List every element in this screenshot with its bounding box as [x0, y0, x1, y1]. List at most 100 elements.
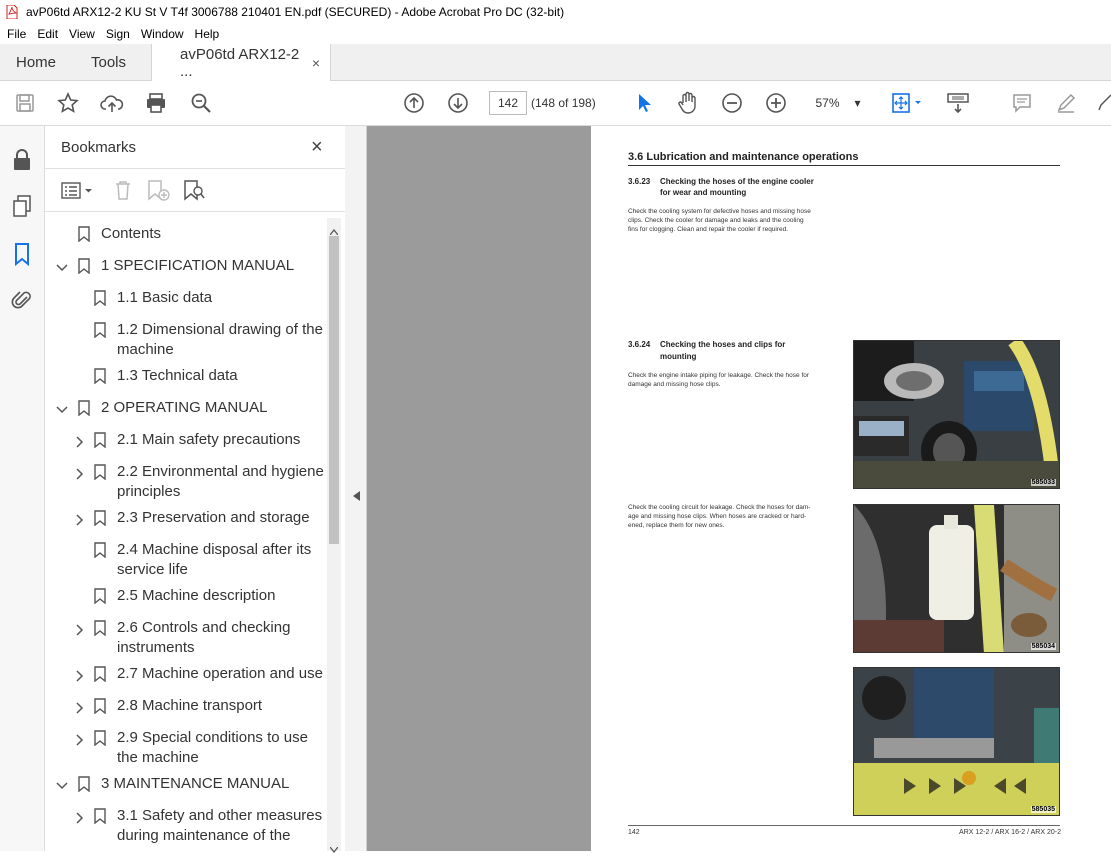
- collapse-left-icon[interactable]: [353, 488, 360, 506]
- page-number-input[interactable]: 142: [489, 91, 527, 115]
- bookmark-item[interactable]: 2.5 Machine description: [45, 586, 327, 608]
- chevron-right-icon[interactable]: [74, 700, 86, 714]
- hand-tool-icon[interactable]: [676, 91, 700, 115]
- chevron-right-icon[interactable]: [74, 810, 86, 824]
- chevron-right-icon[interactable]: [74, 466, 86, 480]
- chevron-right-icon[interactable]: [74, 668, 86, 682]
- subsection-title: Checking the hoses and clips for: [660, 340, 786, 349]
- bookmark-item[interactable]: 1.2 Dimensional drawing of the machine: [45, 320, 327, 362]
- select-cursor-icon[interactable]: [632, 91, 656, 115]
- bookmark-flag-icon: [94, 290, 106, 307]
- coolant-reservoir-photo: 585034: [853, 504, 1060, 653]
- upload-cloud-icon[interactable]: [100, 91, 124, 115]
- bookmark-item[interactable]: 3.1 Safety and other measures during mai…: [45, 806, 327, 848]
- zoom-in-icon[interactable]: [764, 91, 788, 115]
- bookmark-label: 3 MAINTENANCE MANUAL: [101, 775, 290, 792]
- bookmark-item[interactable]: 3 MAINTENANCE MANUAL: [45, 774, 327, 796]
- zoom-out-icon[interactable]: [720, 91, 744, 115]
- bookmark-label: 2.1 Main safety precautions: [117, 431, 301, 448]
- tab-document-label: avP06td ARX12-2 ...: [180, 46, 300, 80]
- chevron-right-icon[interactable]: [74, 732, 86, 746]
- chevron-down-icon: ▾: [854, 96, 861, 110]
- bookmark-item[interactable]: 2.7 Machine operation and use: [45, 664, 327, 686]
- bookmark-label: 2.7 Machine operation and use: [117, 665, 323, 682]
- highlight-pen-icon[interactable]: [1054, 91, 1078, 115]
- bookmark-label: 1.3 Technical data: [117, 367, 238, 384]
- subsection-title: Checking the hoses of the engine cooler: [660, 177, 814, 186]
- scroll-mode-icon[interactable]: [946, 91, 970, 115]
- bookmark-item[interactable]: 2.2 Environmental and hygiene principles: [45, 462, 327, 504]
- chevron-down-icon[interactable]: [56, 260, 68, 272]
- subsection-number: 3.6.24: [628, 340, 651, 349]
- delete-bookmark-icon[interactable]: [113, 179, 133, 206]
- bookmark-item[interactable]: 2.6 Controls and checking instruments: [45, 618, 327, 660]
- section-heading: 3.6 Lubrication and maintenance operatio…: [628, 151, 1060, 166]
- bookmark-flag-icon: [78, 776, 90, 793]
- zoom-search-icon[interactable]: [189, 91, 213, 115]
- menu-file[interactable]: File: [7, 27, 26, 41]
- paragraph-line: age and missing hose clips. When hoses a…: [628, 513, 807, 520]
- lock-icon[interactable]: [11, 148, 33, 177]
- bookmarks-scrollbar[interactable]: [327, 218, 341, 854]
- bookmark-label: 1 SPECIFICATION MANUAL: [101, 257, 295, 274]
- bookmark-item[interactable]: 2.8 Machine transport: [45, 696, 327, 718]
- bookmark-label: 1.1 Basic data: [117, 289, 213, 306]
- fit-page-icon[interactable]: [890, 91, 924, 115]
- tab-tools[interactable]: Tools: [75, 44, 151, 81]
- draw-icon[interactable]: [1095, 91, 1111, 115]
- bookmark-item[interactable]: Contents: [45, 224, 327, 246]
- bookmark-item[interactable]: 2.1 Main safety precautions: [45, 430, 327, 452]
- bookmark-item[interactable]: 2 OPERATING MANUAL: [45, 398, 327, 420]
- title-bar: avP06td ARX12-2 KU St V T4f 3006788 2104…: [0, 0, 1111, 24]
- save-icon[interactable]: [13, 91, 37, 115]
- page-count-label: (148 of 198): [531, 96, 596, 110]
- scroll-down-icon[interactable]: [329, 840, 339, 858]
- comment-icon[interactable]: [1010, 91, 1034, 115]
- collapse-panel-handle[interactable]: [345, 126, 367, 851]
- bookmark-options-icon[interactable]: [61, 181, 95, 206]
- chevron-down-icon[interactable]: [56, 402, 68, 414]
- bookmark-label: 2.2 Environmental and hygiene: [117, 463, 324, 480]
- menu-sign[interactable]: Sign: [106, 27, 130, 41]
- bookmark-label: 2.4 Machine disposal after its: [117, 541, 312, 558]
- tab-document[interactable]: avP06td ARX12-2 ... ×: [151, 44, 331, 82]
- bookmark-item[interactable]: 2.3 Preservation and storage: [45, 508, 327, 530]
- menu-window[interactable]: Window: [141, 27, 184, 41]
- subsection-title: mounting: [660, 352, 697, 361]
- chevron-right-icon[interactable]: [74, 622, 86, 636]
- bookmark-label: 2.6 Controls and checking: [117, 619, 291, 636]
- bookmark-item[interactable]: 1.1 Basic data: [45, 288, 327, 310]
- tab-home[interactable]: Home: [0, 44, 75, 81]
- bookmark-item[interactable]: 1.3 Technical data: [45, 366, 327, 388]
- attachment-icon[interactable]: [11, 288, 33, 317]
- photo-code: 585034: [1030, 643, 1056, 650]
- photo-code: 585035: [1030, 806, 1056, 813]
- next-page-icon[interactable]: [446, 91, 470, 115]
- menu-help[interactable]: Help: [195, 27, 220, 41]
- scrollbar-thumb[interactable]: [329, 236, 339, 544]
- chevron-right-icon[interactable]: [74, 434, 86, 448]
- bookmark-flag-icon: [94, 368, 106, 385]
- bookmark-item[interactable]: 1 SPECIFICATION MANUAL: [45, 256, 327, 278]
- chevron-down-icon[interactable]: [56, 778, 68, 790]
- new-bookmark-icon[interactable]: [147, 179, 171, 206]
- tab-close-icon[interactable]: ×: [312, 55, 320, 71]
- paragraph-line: ened, replace them for new ones.: [628, 522, 725, 529]
- zoom-level-dropdown[interactable]: 57% ▾: [808, 91, 868, 115]
- bookmark-item[interactable]: 2.4 Machine disposal after its service l…: [45, 540, 327, 582]
- bookmark-item[interactable]: 2.9 Special conditions to use the machin…: [45, 728, 327, 770]
- print-icon[interactable]: [144, 91, 168, 115]
- star-icon[interactable]: [56, 91, 80, 115]
- engine-top-photo: 585035: [853, 667, 1060, 816]
- window-title: avP06td ARX12-2 KU St V T4f 3006788 2104…: [26, 5, 565, 19]
- menu-edit[interactable]: Edit: [37, 27, 58, 41]
- menu-view[interactable]: View: [69, 27, 95, 41]
- pdf-page: 3.6 Lubrication and maintenance operatio…: [591, 126, 1111, 851]
- close-icon[interactable]: ×: [311, 136, 323, 159]
- chevron-right-icon[interactable]: [74, 512, 86, 526]
- find-bookmark-icon[interactable]: [183, 179, 205, 206]
- bookmark-panel-icon[interactable]: [13, 242, 31, 271]
- pages-thumbnails-icon[interactable]: [11, 194, 33, 223]
- previous-page-icon[interactable]: [402, 91, 426, 115]
- bookmark-flag-icon: [78, 258, 90, 275]
